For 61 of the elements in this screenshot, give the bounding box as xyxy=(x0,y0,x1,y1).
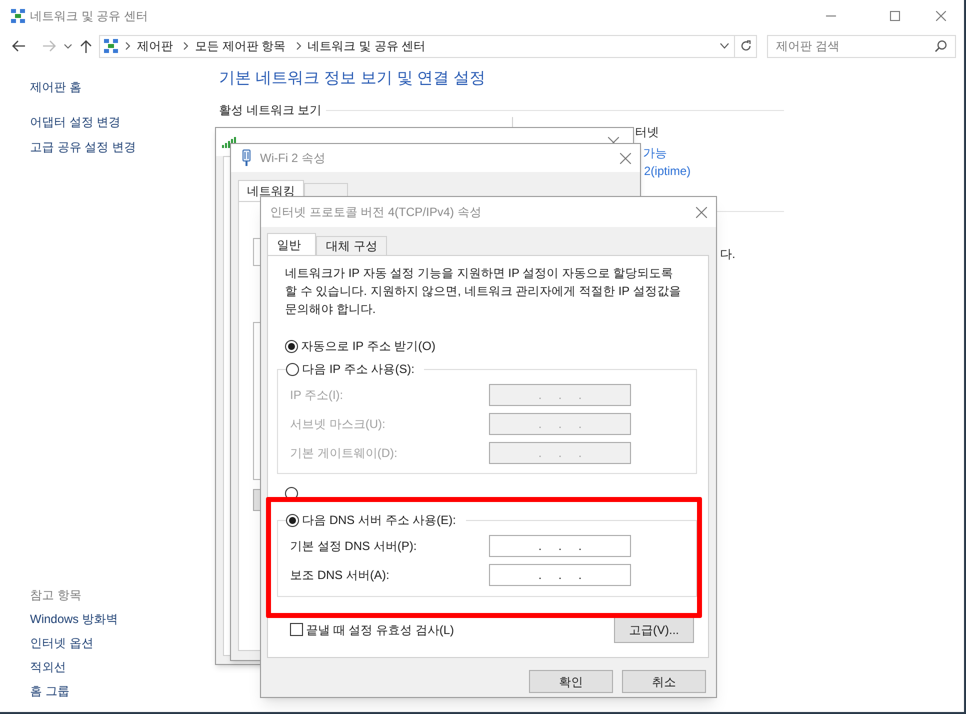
adapter-icon xyxy=(242,149,251,167)
breadcrumb[interactable]: 네트워크 및 공유 센터 xyxy=(308,37,426,55)
window-title: 인터넷 프로토콜 버전 4(TCP/IPv4) 속성 xyxy=(270,204,482,221)
dialog-button[interactable]: 확인 xyxy=(529,670,613,693)
radio-indicator[interactable] xyxy=(286,362,299,376)
search-icon xyxy=(935,40,947,52)
field-label: IP 주소(I): xyxy=(290,387,344,404)
network-icon xyxy=(103,38,119,54)
refresh-icon xyxy=(740,40,752,52)
sidebar-link[interactable]: 고급 공유 설정 변경 xyxy=(30,138,219,156)
section-label: 활성 네트워크 보기 xyxy=(219,102,322,119)
field-label: 보조 DNS 서버(A): xyxy=(290,567,390,584)
page-heading: 기본 네트워크 정보 보기 및 연결 설정 xyxy=(219,69,487,89)
field-label: 기본 설정 DNS 서버(P): xyxy=(290,538,418,555)
ip-address-field[interactable]: . . . xyxy=(489,535,631,557)
network-icon xyxy=(10,8,26,24)
breadcrumb[interactable]: 모든 제어판 항목 xyxy=(195,37,286,55)
text: 다. xyxy=(720,246,736,263)
sidebar-link[interactable]: Windows 방화벽 xyxy=(30,610,219,628)
recent-dropdown-button[interactable] xyxy=(64,42,72,50)
close-icon[interactable] xyxy=(620,152,631,164)
link[interactable]: 2(iptime) xyxy=(644,162,691,180)
sidebar-link[interactable]: 어댑터 설정 변경 xyxy=(30,113,219,131)
sidebar-link[interactable]: 홈 그룹 xyxy=(30,682,219,700)
radio-button[interactable]: 다음 DNS 서버 주소 사용(E): xyxy=(286,511,466,529)
tab[interactable]: 대체 구성 xyxy=(316,236,388,255)
chevron-down-icon xyxy=(720,43,728,49)
back-arrow-icon xyxy=(12,40,26,52)
forward-arrow-icon xyxy=(42,40,56,52)
section-label: 참고 항목 xyxy=(30,587,82,604)
up-arrow-icon xyxy=(80,40,92,52)
radio-indicator[interactable] xyxy=(286,514,299,526)
sidebar-link[interactable]: 적외선 xyxy=(30,658,219,676)
tab[interactable]: 일반 xyxy=(267,233,316,255)
advanced-button[interactable]: 고급(V)... xyxy=(614,616,694,643)
radio-button[interactable]: 자동으로 IP 주소 받기(O) xyxy=(285,337,708,355)
search-placeholder: 제어판 검색 xyxy=(776,38,840,55)
close-icon[interactable] xyxy=(696,206,707,218)
text: 터넷 xyxy=(635,124,659,141)
ip-address-field[interactable]: . . . xyxy=(489,564,631,586)
link[interactable]: 가능 xyxy=(643,144,667,162)
window-title: Wi-Fi 2 속성 xyxy=(260,150,326,167)
field-label: 기본 게이트웨이(D): xyxy=(290,445,398,462)
radio-button[interactable]: 다음 IP 주소 사용(S): xyxy=(286,360,424,378)
sidebar-link[interactable]: 제어판 홈 xyxy=(30,78,219,96)
window-title: 네트워크 및 공유 센터 xyxy=(30,8,148,25)
search-field[interactable]: 제어판 검색 xyxy=(767,34,956,58)
sidebar-link[interactable]: 인터넷 옵션 xyxy=(30,634,219,652)
close-icon xyxy=(936,11,946,21)
breadcrumb[interactable]: 제어판 xyxy=(137,37,173,55)
maximize-icon xyxy=(890,11,900,21)
dialog-button[interactable]: 취소 xyxy=(622,670,706,693)
description-text: 네트워크가 IP 자동 설정 기능을 지원하면 IP 설정이 자동으로 할당되도록 할 수 있습니다. 지원하지 않으면, 네트워크 관리자에게 적절한 IP 설정값을 문의해야 합니다. xyxy=(285,265,682,318)
up-button[interactable] xyxy=(80,39,92,53)
checkbox-indicator[interactable] xyxy=(290,623,303,636)
checkbox[interactable]: 끝낼 때 설정 유효성 검사(L) xyxy=(290,620,454,638)
back-button[interactable] xyxy=(12,39,26,53)
chevron-down-icon xyxy=(64,44,72,48)
radio-indicator[interactable] xyxy=(285,340,298,352)
address-bar[interactable]: 제어판 모든 제어판 항목 네트워크 및 공유 센터 xyxy=(99,34,757,58)
field-label: 서브넷 마스크(U): xyxy=(290,416,386,433)
